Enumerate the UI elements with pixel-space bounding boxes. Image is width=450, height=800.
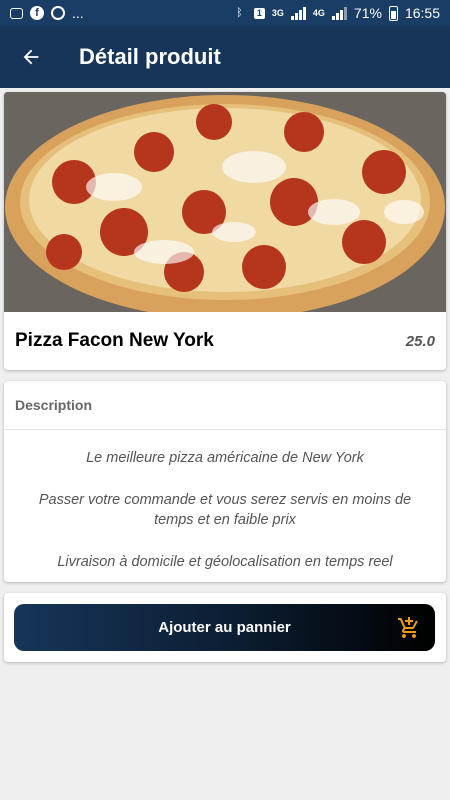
description-line-2: Passer votre commande et vous serez serv… xyxy=(38,492,412,528)
description-line-1: Le meilleure pizza américaine de New Yor… xyxy=(86,450,364,466)
description-header: Description xyxy=(4,381,446,430)
battery-level: 71% xyxy=(353,5,382,21)
network-3g-label: 3G xyxy=(271,7,284,18)
shopping-cart-icon xyxy=(398,617,418,638)
status-overflow: ... xyxy=(72,5,84,21)
cart-card: Ajouter au pannier xyxy=(4,593,446,662)
product-summary: Pizza Facon New York 25.0 xyxy=(4,312,446,370)
add-to-cart-label: Ajouter au pannier xyxy=(158,619,291,636)
battery-icon xyxy=(388,5,398,21)
page-title: Détail produit xyxy=(79,44,221,69)
sim-badge: 1 xyxy=(253,7,265,19)
signal-icon-2 xyxy=(331,6,347,20)
description-body: Le meilleure pizza américaine de New Yor… xyxy=(4,430,446,572)
product-card: Pizza Facon New York 25.0 xyxy=(4,92,446,370)
status-notifications: f ... xyxy=(10,5,84,21)
status-bar: f ... ᛒ 1 3G 4G 71% 16:55 xyxy=(0,0,450,26)
clock: 16:55 xyxy=(404,5,440,21)
product-price: 25.0 xyxy=(405,332,435,350)
signal-icon xyxy=(290,6,306,20)
bluetooth-icon: ᛒ xyxy=(236,7,243,19)
product-name: Pizza Facon New York xyxy=(15,330,214,351)
arrow-left-icon[interactable] xyxy=(0,26,62,88)
description-card: Description Le meilleure pizza américain… xyxy=(4,381,446,582)
product-image xyxy=(4,92,446,312)
app-bar: Détail produit xyxy=(0,26,450,88)
facebook-icon: f xyxy=(30,6,44,20)
message-icon xyxy=(10,7,23,19)
sync-icon xyxy=(51,6,65,20)
status-system: ᛒ 1 3G 4G 71% 16:55 xyxy=(232,5,440,21)
add-to-cart-button[interactable]: Ajouter au pannier xyxy=(14,604,435,651)
description-line-3: Livraison à domicile et géolocalisation … xyxy=(57,554,393,570)
network-4g-label: 4G xyxy=(312,7,325,18)
